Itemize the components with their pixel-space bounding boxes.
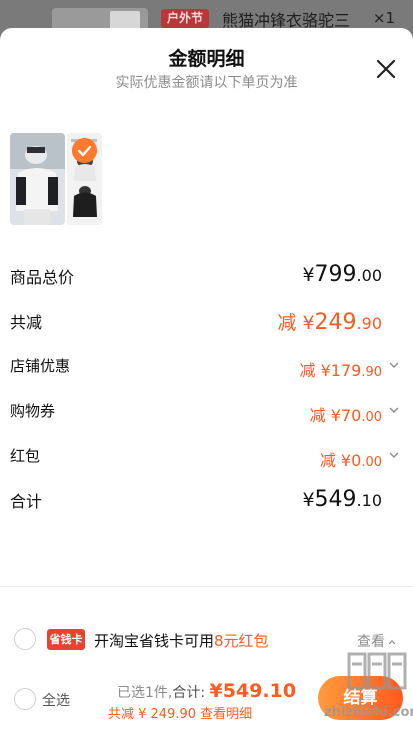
outdoor-festival-badge: 户外节 [161, 9, 210, 28]
red-packet-amount: 减 ¥0.00 [319, 451, 382, 470]
row-label: 合计 [10, 492, 43, 511]
chevron-down-icon[interactable] [388, 359, 400, 371]
row-red-packet[interactable]: 红包 减 ¥0.00 [10, 445, 402, 475]
row-subtotal: 合计 ¥549.10 [10, 487, 402, 518]
row-label: 商品总价 [10, 268, 75, 287]
row-label: 店铺优惠 [10, 357, 71, 375]
chevron-down-icon[interactable] [388, 449, 400, 461]
sheet-subtitle: 实际优惠金额请以下单页为准 [115, 75, 298, 91]
subtotal-amount: ¥549.10 [302, 487, 382, 512]
row-label: 共减 [10, 313, 43, 332]
row-coupon[interactable]: 购物券 减 ¥70.00 [10, 400, 402, 430]
select-all-label[interactable]: 全选 [42, 690, 70, 710]
selected-check-icon [72, 138, 97, 163]
sheet-title: 金额明细 [168, 48, 245, 70]
close-icon[interactable] [375, 58, 397, 80]
chevron-down-icon[interactable] [388, 404, 400, 416]
discount-detail-link[interactable]: 共减 ¥ 249.90 查看明细 [108, 703, 252, 722]
background-product-qty: ×1 [372, 9, 395, 27]
money-card-offer[interactable]: 开淘宝省钱卡可用8元红包 [94, 630, 269, 651]
selection-summary: 已选1件,合计: ¥549.10 [117, 680, 297, 702]
money-card-radio[interactable] [14, 628, 36, 650]
bottom-divider [0, 586, 413, 587]
row-label: 购物券 [10, 402, 56, 420]
chevron-up-icon [388, 640, 396, 645]
row-total-discount: 共减 减 ¥249.90 [10, 309, 402, 339]
money-card-logo: 省钱卡 [47, 629, 85, 650]
total-goods-amount: ¥799.00 [302, 262, 382, 287]
total-discount-amount: 减 ¥249.90 [277, 310, 382, 335]
watermark-logo [347, 652, 407, 690]
select-all-radio[interactable] [14, 688, 36, 710]
product-image-main[interactable] [10, 133, 65, 225]
amount-detail-sheet: 金额明细 实际优惠金额请以下单页为准 商品总价 ¥799.00 共减 减 ¥24… [0, 28, 413, 733]
row-total-goods: 商品总价 ¥799.00 [10, 262, 402, 294]
watermark-text: zhizhizhi.com [324, 705, 413, 720]
store-discount-amount: 减 ¥179.90 [299, 361, 382, 380]
row-store-discount[interactable]: 店铺优惠 减 ¥179.90 [10, 355, 402, 385]
total-price: ¥549.10 [209, 680, 297, 702]
row-label: 红包 [10, 447, 41, 465]
coupon-amount: 减 ¥70.00 [309, 406, 382, 425]
